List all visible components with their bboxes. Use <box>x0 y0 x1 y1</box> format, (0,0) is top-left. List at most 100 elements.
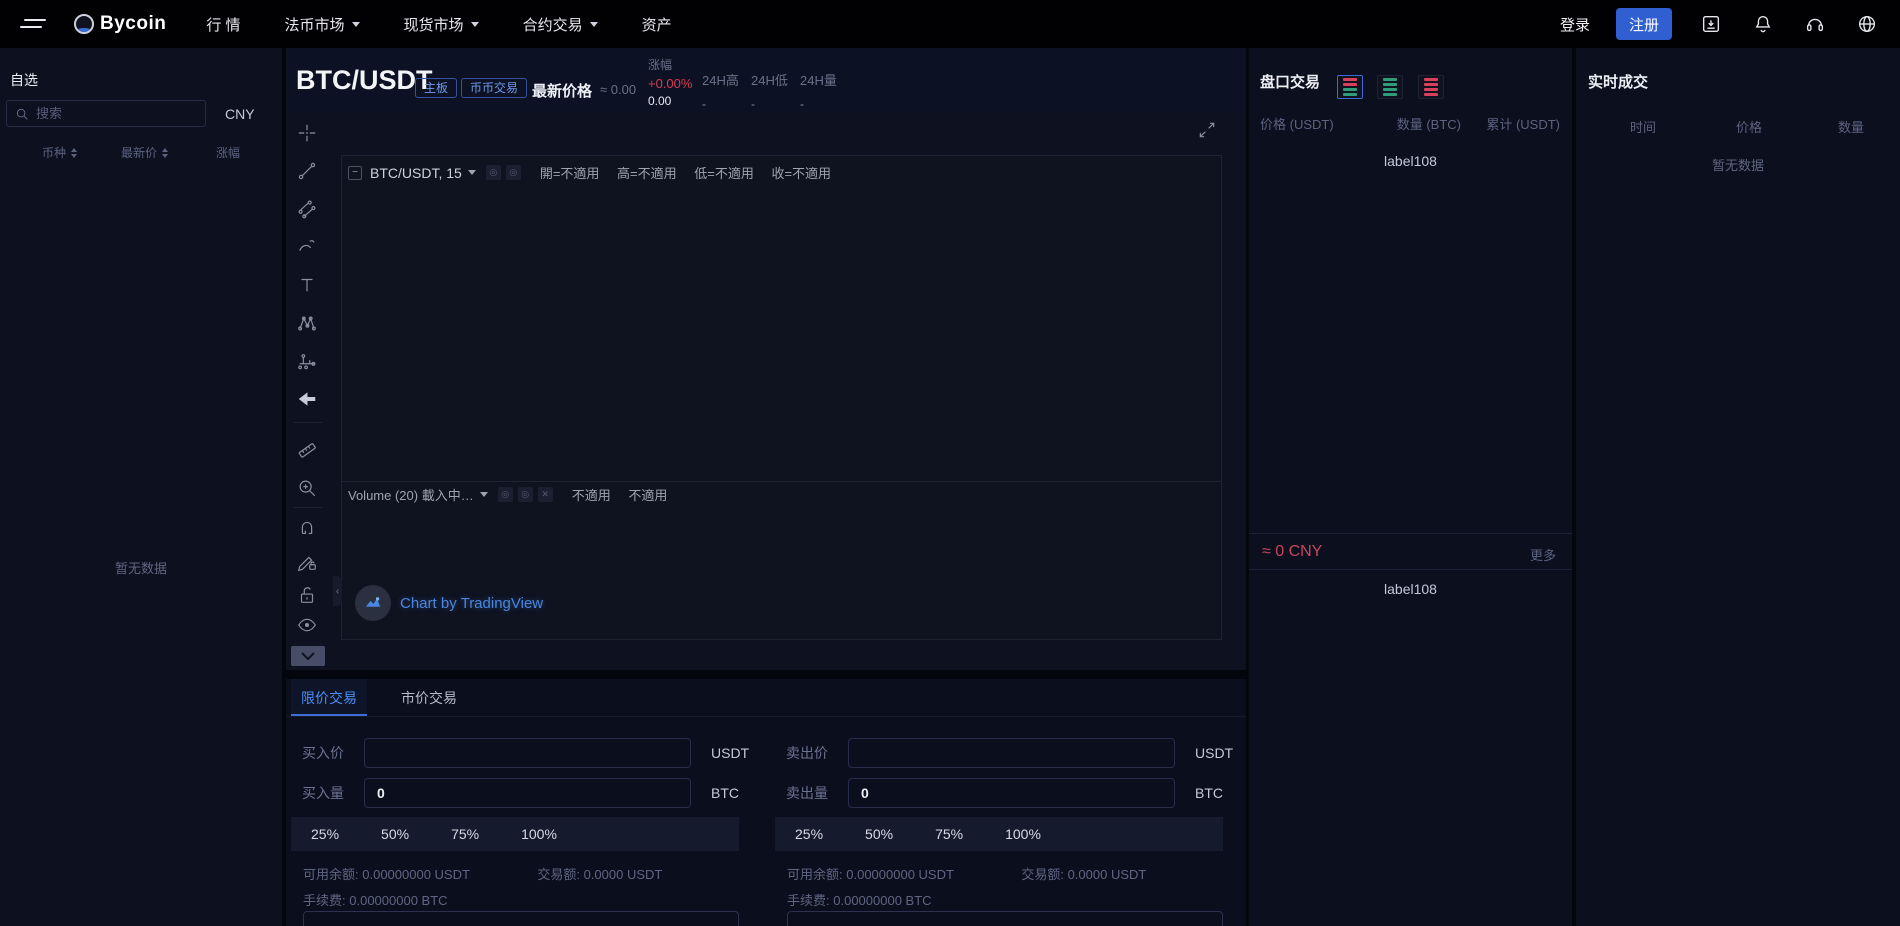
brush-tool-icon[interactable] <box>295 235 319 259</box>
chevron-down-icon[interactable] <box>480 492 488 497</box>
measure-ruler-icon[interactable] <box>295 438 319 462</box>
fee-value: 0.00000000 BTC <box>833 893 931 908</box>
magnet-icon[interactable] <box>295 515 319 539</box>
tab-limit-order[interactable]: 限价交易 <box>291 679 367 716</box>
ohlc-high: 高=不適用 <box>617 166 677 181</box>
ohlc-close: 收=不適用 <box>771 166 831 181</box>
nav-item-spot-market[interactable]: 现货市场 <box>404 14 479 35</box>
buy-price-input[interactable] <box>364 738 691 768</box>
bids-placeholder: label108 <box>1249 581 1572 597</box>
column-sort-coin[interactable]: 币种 <box>42 144 77 161</box>
watchlist-columns: 币种 最新价 涨幅 <box>0 144 282 162</box>
buy-form: 买入价 USDT 买入量 BTC 25% 50% 75% 100% 可用余额: <box>291 717 746 926</box>
buy-price-unit: USDT <box>711 738 749 768</box>
legend-symbol[interactable]: BTC/USDT, 15 <box>370 165 462 181</box>
forecast-tool-icon[interactable] <box>295 349 319 373</box>
search-input[interactable] <box>36 106 197 121</box>
eye-icon[interactable] <box>295 613 319 637</box>
nav-item-contract-trade[interactable]: 合约交易 <box>523 14 598 35</box>
buy-percent-100[interactable]: 100% <box>521 826 557 842</box>
orderbook-view-asks-icon[interactable] <box>1418 75 1444 99</box>
search-box <box>6 100 206 127</box>
toolbar-collapse-button[interactable] <box>291 646 325 666</box>
orderbook-view-both-icon[interactable] <box>1337 75 1363 99</box>
chevron-down-icon <box>471 22 479 27</box>
buy-fee-row: 手续费: 0.00000000 BTC <box>303 890 448 909</box>
volume-settings-icon[interactable]: ◎ <box>518 487 533 502</box>
available-label: 可用余额: <box>303 867 359 882</box>
toolbar-divider <box>294 422 322 423</box>
sell-amount-input[interactable] <box>848 778 1175 808</box>
legend-eye-icon[interactable]: ◎ <box>486 165 501 180</box>
column-sort-price[interactable]: 最新价 <box>121 144 168 161</box>
badge-mainboard: 主板 <box>415 78 457 98</box>
legend-collapse-icon[interactable]: − <box>348 166 362 180</box>
volume-value: 不適用 <box>572 488 611 503</box>
buy-percent-25[interactable]: 25% <box>311 826 339 842</box>
price-pane[interactable] <box>341 155 1222 482</box>
buy-submit-button[interactable] <box>303 911 739 926</box>
trade-section: 限价交易 市价交易 买入价 USDT 买入量 BTC 25% 50% <box>286 679 1246 926</box>
nav-item-label: 行 情 <box>206 14 240 35</box>
orderbook-view-bids-icon[interactable] <box>1377 75 1403 99</box>
column-amount: 数量 (BTC) <box>1397 114 1461 133</box>
symbol-header: BTC/USDT 主板 币币交易 最新价格 ≈ 0.00 涨幅 +0.00% 0… <box>286 48 1246 113</box>
nav-item-assets[interactable]: 资产 <box>642 14 672 35</box>
sell-price-input[interactable] <box>848 738 1175 768</box>
text-tool-icon[interactable] <box>295 273 319 297</box>
lock-open-icon[interactable] <box>295 583 319 607</box>
tradingview-attribution[interactable]: Chart by TradingView <box>355 585 543 621</box>
language-globe-icon[interactable] <box>1854 11 1880 37</box>
volume-eye-icon[interactable]: ◎ <box>498 487 513 502</box>
attribution-text: Chart by TradingView <box>400 595 543 612</box>
zoom-in-icon[interactable] <box>295 476 319 500</box>
watchlist-panel: 自选 CNY 币种 最新价 涨幅 暂无数据 <box>0 48 282 926</box>
chevron-down-icon[interactable] <box>468 170 476 175</box>
stat-24h-low: 24H低- <box>751 70 788 111</box>
login-link[interactable]: 登录 <box>1560 14 1590 35</box>
sell-submit-button[interactable] <box>787 911 1223 926</box>
pattern-tool-icon[interactable] <box>295 311 319 335</box>
more-link[interactable]: 更多 <box>1530 545 1556 564</box>
buy-percent-50[interactable]: 50% <box>381 826 409 842</box>
sell-amount-unit: BTC <box>1195 778 1223 808</box>
sell-percent-50[interactable]: 50% <box>865 826 893 842</box>
column-total: 累计 (USDT) <box>1486 114 1560 133</box>
volume-value: 不適用 <box>628 488 667 503</box>
drawing-lock-icon[interactable] <box>295 550 319 574</box>
nav-item-label: 合约交易 <box>523 14 583 35</box>
notification-bell-icon[interactable] <box>1750 11 1776 37</box>
column-amount: 数量 <box>1838 117 1864 136</box>
stat-label: 24H低 <box>751 73 788 88</box>
buy-amount-input[interactable] <box>364 778 691 808</box>
trend-line-tool-icon[interactable] <box>295 159 319 183</box>
sell-percent-100[interactable]: 100% <box>1005 826 1041 842</box>
arrow-left-icon[interactable] <box>295 387 319 411</box>
logo[interactable]: Bycoin <box>74 13 166 35</box>
panel-collapse-handle[interactable]: ‹ <box>333 576 342 606</box>
register-button[interactable]: 注册 <box>1616 8 1672 40</box>
toolbar-divider <box>294 507 322 508</box>
column-change: 涨幅 <box>216 144 240 161</box>
trade-tabs: 限价交易 市价交易 <box>286 679 1246 717</box>
menu-icon[interactable] <box>20 17 46 31</box>
currency-selector[interactable]: CNY <box>225 106 255 122</box>
buy-price-label: 买入价 <box>291 738 344 768</box>
chevron-down-icon <box>590 22 598 27</box>
sell-percent-25[interactable]: 25% <box>795 826 823 842</box>
fullscreen-icon[interactable] <box>1196 119 1218 141</box>
legend-settings-icon[interactable]: ◎ <box>506 165 521 180</box>
sort-icon <box>71 148 77 158</box>
buy-amount-label: 买入量 <box>291 778 344 808</box>
crosshair-tool-icon[interactable] <box>295 121 319 145</box>
sell-percent-75[interactable]: 75% <box>935 826 963 842</box>
gann-fib-tool-icon[interactable] <box>295 197 319 221</box>
nav-item-fiat-market[interactable]: 法币市场 <box>285 14 360 35</box>
tab-market-order[interactable]: 市价交易 <box>391 679 467 716</box>
nav-item-quotes[interactable]: 行 情 <box>206 14 240 35</box>
top-nav: Bycoin 行 情 法币市场 现货市场 合约交易 资产 登录 注册 <box>0 0 1900 48</box>
volume-close-icon[interactable]: ✕ <box>538 487 553 502</box>
app-download-icon[interactable] <box>1698 11 1724 37</box>
buy-percent-75[interactable]: 75% <box>451 826 479 842</box>
support-headset-icon[interactable] <box>1802 11 1828 37</box>
